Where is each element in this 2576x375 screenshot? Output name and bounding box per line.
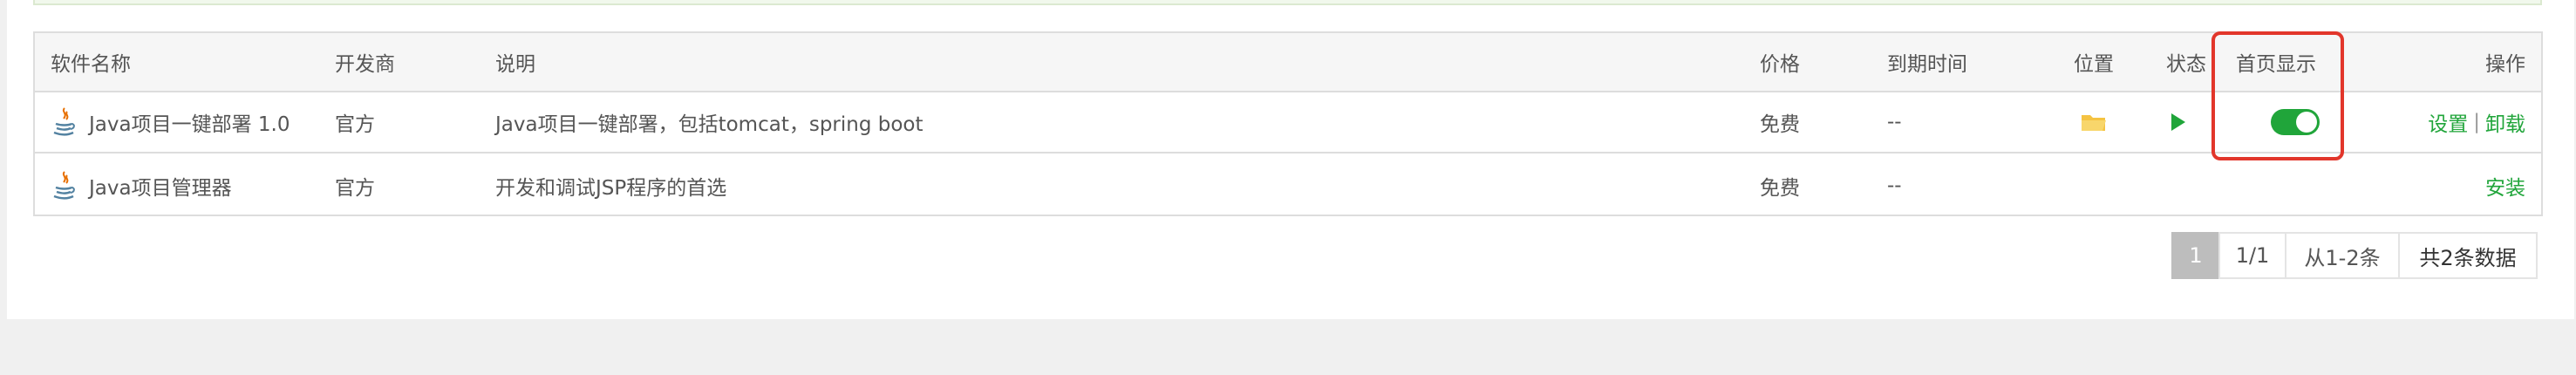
page-1-button[interactable]: 1 [2171,232,2220,279]
java-icon [53,171,75,200]
col-status: 状态 [2166,53,2206,76]
settings-link[interactable]: 设置 [2428,107,2468,137]
total-count: 共2条数据 [2398,232,2538,279]
install-link[interactable]: 安装 [2485,171,2525,201]
actions-cell: 设置 | 卸载 [2428,92,2525,152]
col-description: 说明 [495,53,535,76]
uninstall-link[interactable]: 卸载 [2485,107,2525,137]
expiry-cell: -- [1887,111,1902,133]
name-cell: Java项目一键部署 1.0 [51,92,290,152]
status-cell [2170,92,2187,152]
table-row: Java项目一键部署 1.0 官方 Java项目一键部署，包括tomcat，sp… [35,92,2541,153]
play-icon[interactable] [2170,112,2187,133]
col-price: 价格 [1760,53,1800,76]
col-actions: 操作 [2485,53,2525,76]
table-row: Java项目管理器 官方 开发和调试JSP程序的首选 免费 -- 安装 [35,155,2541,216]
homepage-display-highlight [2211,31,2344,160]
notice-bar [33,0,2542,5]
folder-icon[interactable] [2081,112,2107,133]
location-cell [2081,92,2107,152]
col-name[interactable]: 软件名称 [51,33,131,91]
software-name: Java项目管理器 [89,177,232,200]
software-table: 软件名称 开发商 说明 价格 到期时间 位置 状态 首页显示 操作 Java项目… [33,31,2543,216]
expiry-cell: -- [1887,174,1902,197]
price-cell: 免费 [1760,113,1800,136]
java-icon [53,107,75,136]
software-name: Java项目一键部署 1.0 [89,113,290,136]
description-cell: Java项目一键部署，包括tomcat，spring boot [495,113,923,136]
table-header: 软件名称 开发商 说明 价格 到期时间 位置 状态 首页显示 操作 [35,33,2541,92]
pagination: 1 1/1 从1-2条 共2条数据 [2171,232,2538,279]
action-separator: | [2473,111,2480,133]
col-expiry: 到期时间 [1887,53,1967,76]
price-cell: 免费 [1760,177,1800,200]
description-cell: 开发和调试JSP程序的首选 [495,177,727,200]
developer-cell: 官方 [335,177,375,200]
page-range: 从1-2条 [2285,232,2400,279]
actions-cell: 安装 [2485,155,2525,216]
name-cell: Java项目管理器 [51,155,232,216]
col-developer: 开发商 [335,53,395,76]
page-count: 1/1 [2218,232,2286,279]
col-location: 位置 [2074,53,2114,76]
developer-cell: 官方 [335,113,375,136]
